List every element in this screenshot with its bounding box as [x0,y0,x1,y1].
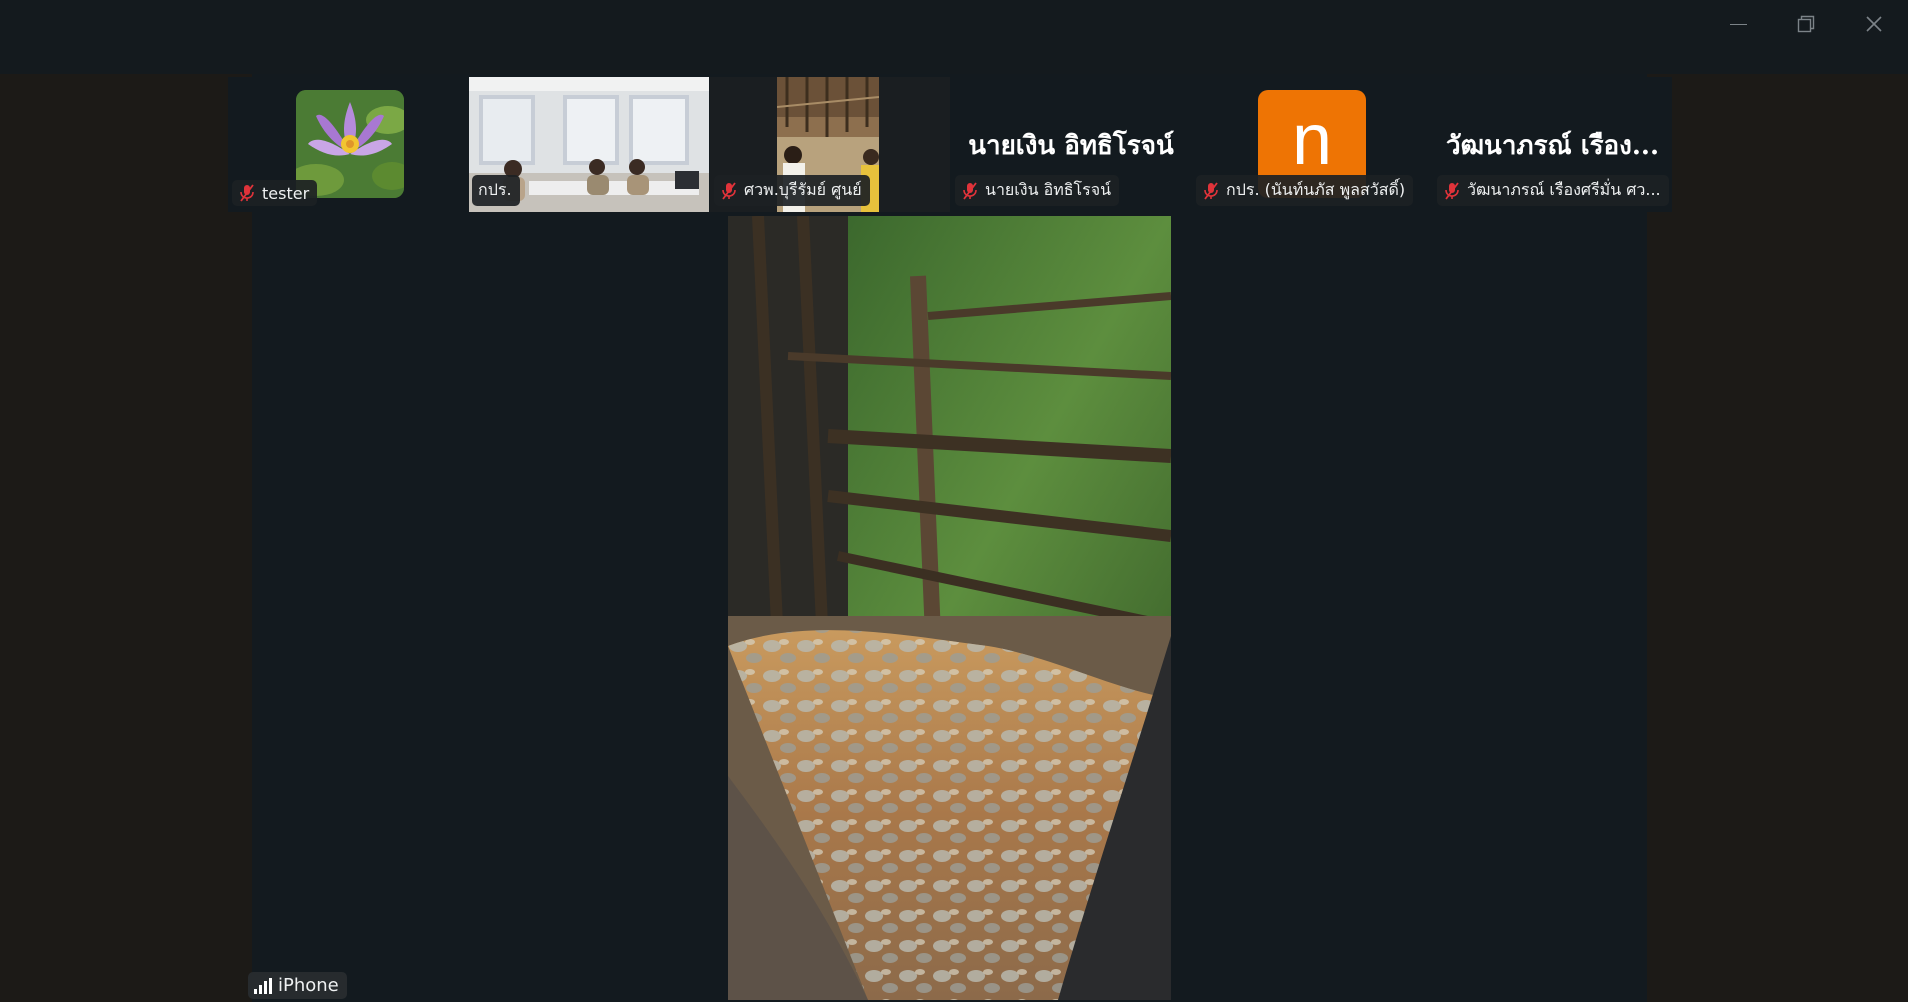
muted-mic-icon [963,181,977,200]
participant-name: tester [262,183,310,203]
participant-tile-nanthanaphat[interactable]: n กปร. (นันท์นภัส พูลสวัสดิ์) [1192,77,1432,212]
close-icon [1866,16,1882,32]
muted-mic-icon [722,181,736,200]
device-name: iPhone [278,975,339,996]
participant-tile-ngern[interactable]: นายเงิน อิทธิโรจน์ นายเงิน อิทธิโรจน์ [951,77,1191,212]
close-button[interactable] [1840,0,1908,48]
participant-name: กปร. [478,180,512,199]
participant-name: กปร. (นันท์นภัส พูลสวัสดิ์) [1226,180,1406,199]
restore-icon [1797,15,1815,33]
participant-tile-tester[interactable]: tester [228,77,468,212]
participant-name: นายเงิน อิทธิโรจน์ [985,180,1112,199]
participant-tile-office[interactable]: กปร. [469,77,709,212]
participant-display-name: วัฒนาภรณ์ เรือง... [1445,131,1660,161]
minimize-icon [1729,23,1747,25]
minimize-button[interactable] [1704,0,1772,48]
restore-button[interactable] [1772,0,1840,48]
title-bar [0,0,1908,74]
participant-name-chip: วัฒนาภรณ์ เรืองศรีมั่น ศว... [1437,175,1669,206]
signal-strength-icon [254,977,272,994]
participant-tile-hut[interactable]: ศวพ.บุรีรัมย์ ศูนย์ [710,77,950,212]
muted-mic-icon [240,184,254,202]
participant-name: วัฒนาภรณ์ เรืองศรีมั่น ศว... [1467,180,1661,199]
participant-name-chip: ศวพ.บุรีรัมย์ ศูนย์ [714,175,870,206]
participant-name-chip: tester [232,180,318,206]
participant-display-name: นายเงิน อิทธิโรจน์ [968,131,1174,161]
participant-name: ศวพ.บุรีรัมย์ ศูนย์ [744,180,862,199]
participant-name-chip: นายเงิน อิทธิโรจน์ [955,175,1120,206]
participant-strip: tester กปร. ศวพ.บุรีรัมย์ ศูนย์ นายเงิน … [228,77,1672,212]
main-video[interactable] [728,216,1171,1000]
muted-mic-icon [1204,181,1218,200]
mushroom-house-video [728,216,1171,1000]
device-label: iPhone [248,972,347,999]
muted-mic-icon [1445,181,1459,200]
participant-name-chip: กปร. [472,175,520,206]
participant-tile-wattanaporn[interactable]: วัฒนาภรณ์ เรือง... วัฒนาภรณ์ เรืองศรีมั่… [1433,77,1672,212]
participant-name-chip: กปร. (นันท์นภัส พูลสวัสดิ์) [1196,175,1414,206]
